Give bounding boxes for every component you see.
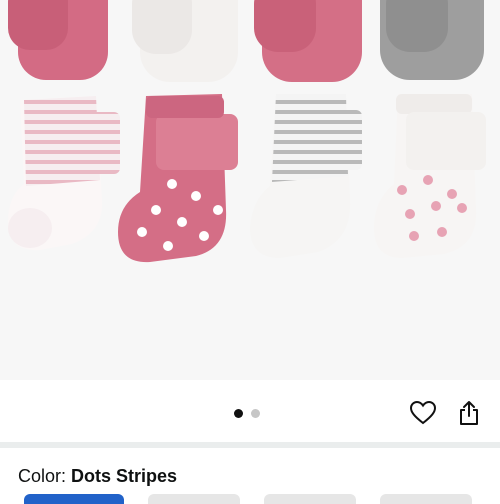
share-icon <box>458 400 480 431</box>
gallery-pagination[interactable] <box>234 409 260 419</box>
sock-pink-top <box>8 0 108 80</box>
pagination-dot-2[interactable] <box>251 409 260 418</box>
sock-pink-dots <box>118 94 238 263</box>
sock-gray-stripes <box>250 94 362 258</box>
product-image <box>8 0 486 263</box>
sock-pink-stripes <box>8 96 120 251</box>
section-divider <box>0 442 500 448</box>
variation-label: Color: <box>18 466 72 486</box>
share-button[interactable] <box>454 400 484 430</box>
sock-pink-top-2 <box>254 0 362 82</box>
swatch-selected[interactable] <box>24 494 124 504</box>
pagination-dot-1[interactable] <box>234 409 243 418</box>
heart-icon <box>409 400 437 430</box>
variation-value: Dots Stripes <box>71 466 178 486</box>
favorite-button[interactable] <box>408 400 438 430</box>
color-variation-label: Color: Dots Stripes <box>18 466 177 487</box>
product-image-gallery[interactable] <box>0 0 500 380</box>
sock-white-dots <box>374 94 486 258</box>
swatch-option-2[interactable] <box>148 494 240 504</box>
sock-white-top <box>132 0 238 82</box>
sock-gray-top <box>380 0 484 80</box>
swatch-option-3[interactable] <box>264 494 356 504</box>
swatch-option-4[interactable] <box>380 494 472 504</box>
